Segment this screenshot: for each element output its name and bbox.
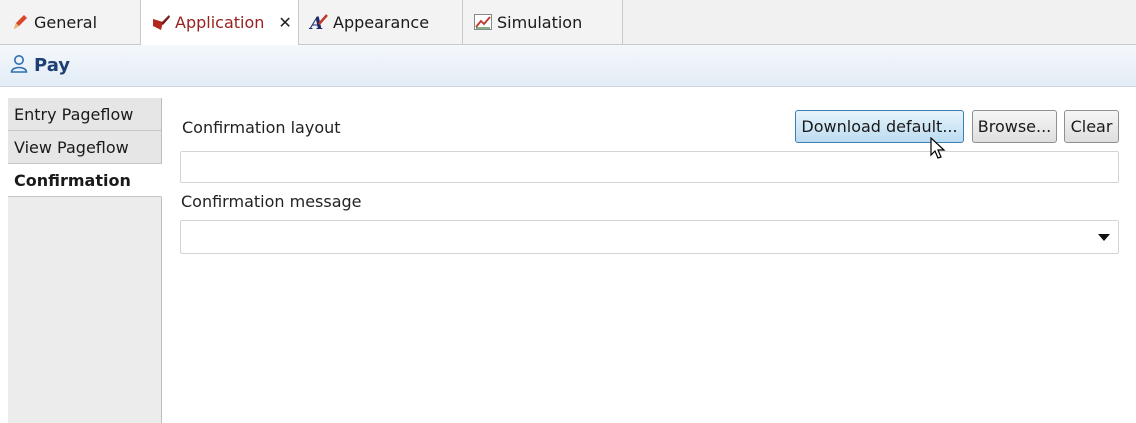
- sidebar-item-view-pageflow[interactable]: View Pageflow: [8, 131, 161, 164]
- tab-application-label: Application: [175, 13, 265, 32]
- tab-appearance-label: Appearance: [333, 12, 430, 32]
- chevron-down-icon[interactable]: [1098, 234, 1110, 241]
- pencil-icon: [10, 12, 30, 32]
- close-icon[interactable]: ✕: [278, 13, 291, 32]
- editor-tab-bar: General Application ✕ A Appearance Simul…: [0, 0, 1136, 45]
- tab-application[interactable]: Application ✕: [141, 0, 299, 45]
- confirmation-layout-field[interactable]: [180, 151, 1119, 183]
- tab-general-label: General: [34, 12, 98, 32]
- application-icon: [151, 13, 171, 33]
- confirmation-message-label: Confirmation message: [181, 192, 362, 211]
- tab-simulation[interactable]: Simulation: [463, 0, 623, 44]
- page-title: Pay: [34, 55, 71, 76]
- simulation-icon: [473, 12, 493, 32]
- confirmation-layout-label: Confirmation layout: [182, 118, 341, 137]
- sidebar-item-entry-pageflow[interactable]: Entry Pageflow: [8, 98, 161, 131]
- confirmation-message-dropdown[interactable]: [180, 220, 1119, 254]
- tab-general[interactable]: General: [0, 0, 141, 44]
- appearance-icon: A: [308, 12, 329, 34]
- tab-appearance[interactable]: A Appearance: [299, 0, 463, 44]
- sidebar-item-confirmation[interactable]: Confirmation: [8, 164, 162, 197]
- clear-button[interactable]: Clear: [1064, 110, 1119, 143]
- form-header: Pay: [0, 45, 1136, 87]
- mouse-cursor-icon: [930, 136, 946, 165]
- user-icon: [10, 54, 28, 78]
- section-sidebar: Entry Pageflow View Pageflow Confirmatio…: [8, 98, 162, 423]
- tab-simulation-label: Simulation: [497, 12, 583, 32]
- browse-button[interactable]: Browse...: [972, 110, 1057, 143]
